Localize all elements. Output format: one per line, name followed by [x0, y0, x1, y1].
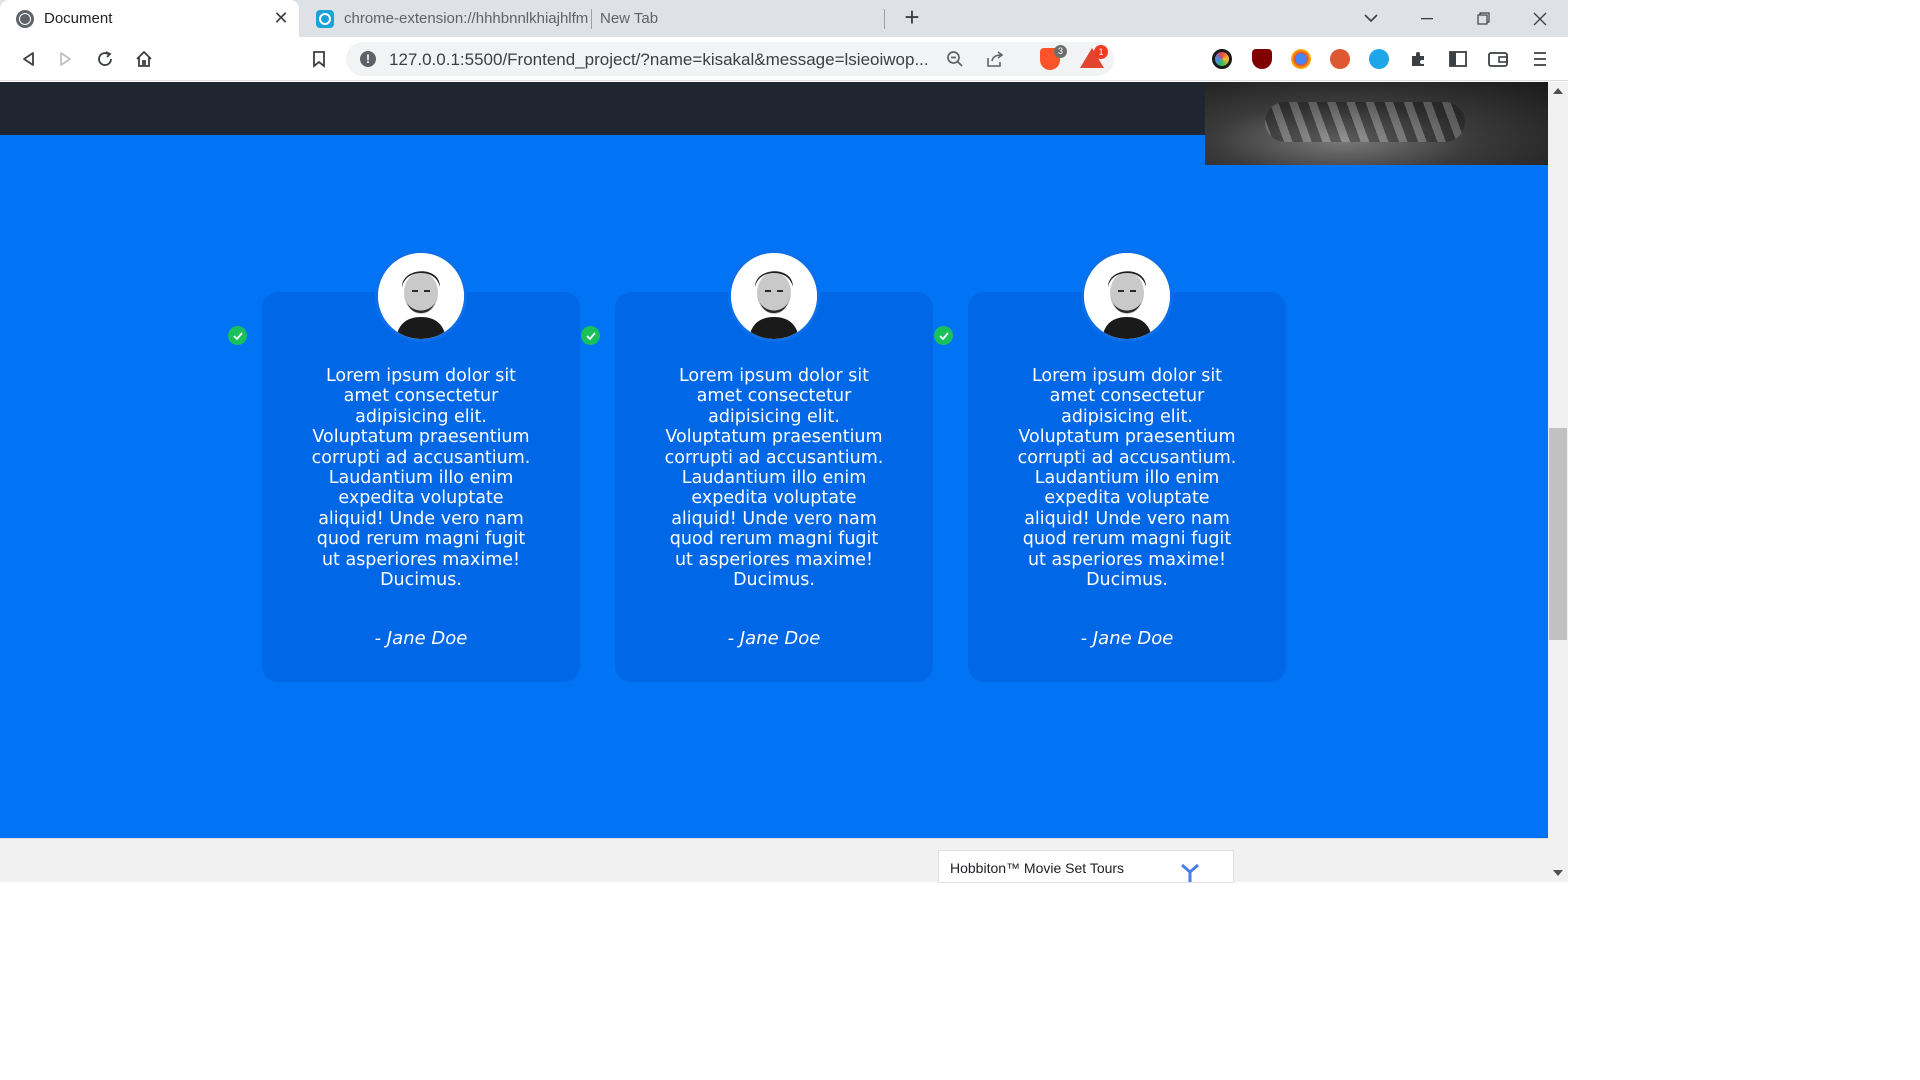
share-button[interactable]: [984, 48, 1006, 70]
minimize-button[interactable]: [1399, 0, 1455, 37]
puzzle-icon: [1412, 52, 1424, 66]
address-bar[interactable]: ! 127.0.0.1:5500/Frontend_project/?name=…: [346, 42, 1114, 76]
tab-search-button[interactable]: [1343, 0, 1399, 37]
new-tab-button[interactable]: +: [898, 4, 926, 32]
reload-button[interactable]: [91, 45, 119, 73]
sidebar-icon: [1449, 51, 1467, 67]
share-icon: [987, 51, 1004, 67]
url-text[interactable]: 127.0.0.1:5500/Frontend_project/?name=ki…: [389, 50, 934, 70]
back-button[interactable]: [14, 45, 42, 73]
ublock-extension-icon[interactable]: [1252, 49, 1272, 69]
check-badge-icon: [228, 326, 247, 345]
close-icon: [1533, 12, 1547, 25]
tab-new-tab[interactable]: New Tab: [592, 0, 882, 37]
extension-favicon-icon: [316, 9, 334, 28]
bookmark-button[interactable]: [305, 45, 333, 73]
shield-count-badge: 3: [1054, 45, 1067, 58]
rewards-count-badge: 1: [1094, 45, 1108, 59]
scroll-thumb[interactable]: [1549, 428, 1567, 640]
page-scrollbar[interactable]: [1548, 82, 1568, 882]
tab-title: New Tab: [600, 10, 659, 27]
testimonial-card: Lorem ipsum dolor sit amet consectetur a…: [615, 292, 933, 682]
testimonial-card: Lorem ipsum dolor sit amet consectetur a…: [968, 292, 1286, 682]
tab-document[interactable]: Document ✕: [0, 0, 299, 37]
testimonial-author: - Jane Doe: [374, 628, 468, 649]
restore-button[interactable]: [1455, 0, 1511, 37]
back-arrow-icon: [23, 52, 34, 66]
page-viewport: Lorem ipsum dolor sit amet consectetur a…: [0, 82, 1548, 838]
avatar: [375, 250, 467, 342]
zoom-out-icon: [947, 51, 963, 67]
testimonial-text: Lorem ipsum dolor sit amet consectetur a…: [1017, 366, 1237, 591]
testimonial-text: Lorem ipsum dolor sit amet consectetur a…: [311, 366, 531, 591]
tab-separator: [884, 9, 885, 29]
avatar-portrait-icon: [731, 253, 817, 339]
color-picker-extension-icon[interactable]: [1212, 49, 1232, 69]
google-extension-icon[interactable]: [1291, 49, 1311, 69]
site-info-icon[interactable]: !: [360, 51, 376, 67]
scroll-up-arrow-icon[interactable]: [1553, 88, 1563, 94]
ad-logo-icon: [1181, 863, 1199, 882]
forward-arrow-icon: [60, 52, 71, 66]
check-badge-icon: [934, 326, 953, 345]
restore-icon: [1476, 12, 1490, 25]
avatar: [1081, 250, 1173, 342]
extensions-button[interactable]: [1404, 45, 1432, 73]
testimonial-card: Lorem ipsum dolor sit amet consectetur a…: [262, 292, 580, 682]
wallet-icon: [1488, 52, 1508, 67]
testimonial-text: Lorem ipsum dolor sit amet consectetur a…: [664, 366, 884, 591]
tab-title: Document: [44, 10, 113, 27]
sidebar-button[interactable]: [1444, 45, 1472, 73]
globe-icon: [16, 9, 34, 28]
avatar: [728, 250, 820, 342]
testimonial-author: - Jane Doe: [1080, 628, 1174, 649]
home-button[interactable]: [130, 45, 158, 73]
check-badge-icon: [581, 326, 600, 345]
tab-extension[interactable]: chrome-extension://hhhbnnlkhiajhlfm: [300, 0, 590, 37]
forward-button[interactable]: [52, 45, 80, 73]
bookmark-icon: [313, 51, 325, 68]
wallet-button[interactable]: [1484, 45, 1512, 73]
tab-strip: Document ✕ chrome-extension://hhhbnnlkhi…: [0, 0, 1568, 37]
close-window-button[interactable]: [1512, 0, 1568, 37]
testimonial-author: - Jane Doe: [727, 628, 821, 649]
home-icon: [136, 50, 152, 67]
avatar-portrait-icon: [378, 253, 464, 339]
browser-toolbar: ! 127.0.0.1:5500/Frontend_project/?name=…: [0, 37, 1568, 81]
header-image: [1205, 82, 1548, 165]
close-icon[interactable]: ✕: [271, 8, 291, 29]
duckduckgo-extension-icon[interactable]: [1330, 49, 1350, 69]
zoom-button[interactable]: [944, 48, 966, 70]
reload-icon: [98, 51, 112, 66]
scroll-down-arrow-icon[interactable]: [1553, 870, 1563, 876]
ad-banner[interactable]: Hobbiton™ Movie Set Tours: [938, 850, 1234, 883]
vpn-extension-icon[interactable]: [1369, 49, 1389, 69]
chevron-down-icon: [1364, 14, 1378, 23]
minimize-icon: [1421, 17, 1433, 19]
menu-button[interactable]: [1526, 45, 1554, 73]
hamburger-menu-icon: [1534, 52, 1546, 66]
avatar-portrait-icon: [1084, 253, 1170, 339]
tab-title: chrome-extension://hhhbnnlkhiajhlfm: [344, 10, 589, 27]
ad-title[interactable]: Hobbiton™ Movie Set Tours: [950, 860, 1124, 876]
bottom-area: Hobbiton™ Movie Set Tours: [0, 838, 1548, 883]
